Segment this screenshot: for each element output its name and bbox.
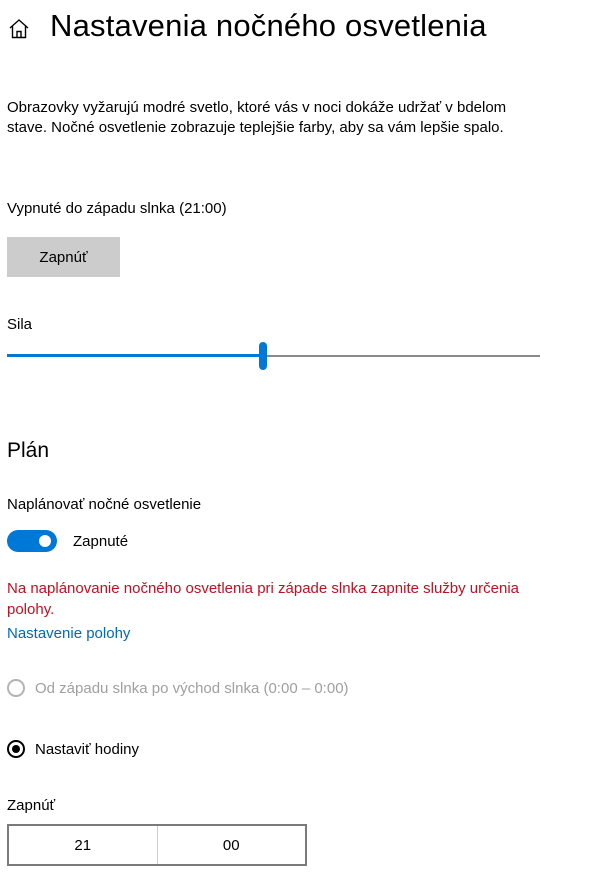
night-light-settings-page: Nastavenia nočného osvetlenia Obrazovky … bbox=[0, 0, 598, 894]
strength-slider[interactable] bbox=[7, 342, 540, 370]
schedule-toggle-state: Zapnuté bbox=[73, 532, 129, 550]
radio-sunset-to-sunrise[interactable]: Od západu slnka po východ slnka (0:00 – … bbox=[7, 679, 349, 697]
radio-dot bbox=[12, 745, 20, 753]
radio-sunset-label: Od západu slnka po východ slnka (0:00 – … bbox=[35, 679, 349, 697]
schedule-night-light-label: Naplánovať nočné osvetlenie bbox=[7, 496, 202, 513]
location-warning: Na naplánovanie nočného osvetlenia pri z… bbox=[7, 580, 520, 618]
hour-field[interactable]: 21 bbox=[9, 826, 158, 864]
description-text: Obrazovky vyžarujú modré svetlo, ktoré v… bbox=[7, 99, 507, 136]
radio-button-selected[interactable] bbox=[7, 740, 25, 758]
location-settings-link[interactable]: Nastavenie polohy bbox=[7, 625, 130, 642]
turn-on-time-label: Zapnúť bbox=[7, 797, 56, 814]
schedule-heading: Plán bbox=[7, 439, 50, 462]
strength-label: Sila bbox=[7, 316, 33, 333]
radio-set-hours[interactable]: Nastaviť hodiny bbox=[7, 740, 139, 758]
radio-set-hours-label: Nastaviť hodiny bbox=[35, 740, 140, 758]
schedule-toggle-row: Zapnuté bbox=[7, 530, 128, 552]
slider-fill bbox=[7, 354, 263, 357]
minute-field[interactable]: 00 bbox=[158, 826, 306, 864]
schedule-toggle[interactable] bbox=[7, 530, 57, 552]
home-icon[interactable] bbox=[8, 18, 30, 40]
radio-button[interactable] bbox=[7, 679, 25, 697]
page-header: Nastavenia nočného osvetlenia bbox=[8, 8, 487, 44]
toggle-knob bbox=[39, 535, 51, 547]
night-light-status: Vypnuté do západu slnka (21:00) bbox=[7, 200, 227, 217]
slider-thumb[interactable] bbox=[259, 342, 267, 370]
page-title: Nastavenia nočného osvetlenia bbox=[50, 8, 487, 43]
turn-on-time-picker[interactable]: 21 00 bbox=[7, 824, 307, 866]
turn-on-now-button[interactable]: Zapnúť bbox=[7, 237, 120, 277]
